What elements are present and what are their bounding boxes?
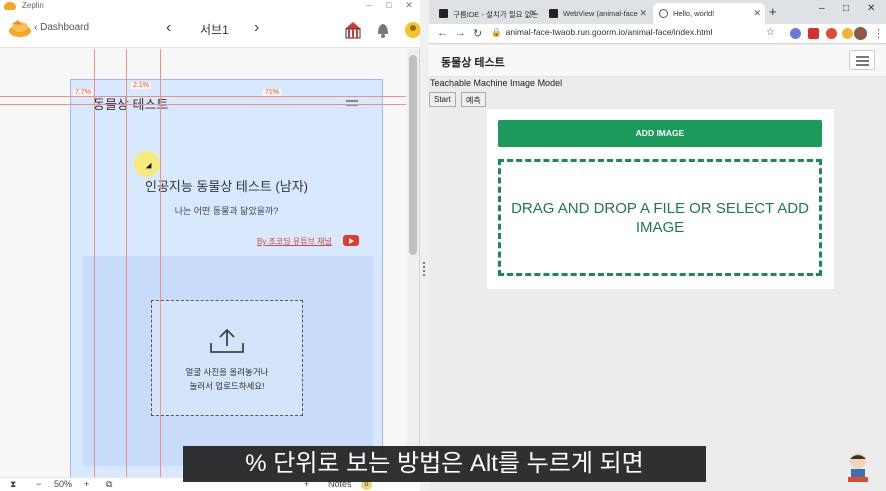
url-text: animal-face-twaob.run.goorm.io/animal-fa… bbox=[505, 27, 713, 37]
scrollbar-thumb[interactable] bbox=[409, 55, 417, 255]
upload-line-1: 얼굴 사진을 올려놓거나 bbox=[185, 367, 269, 377]
guide-line bbox=[94, 49, 95, 477]
maximize-icon[interactable]: □ bbox=[843, 3, 849, 14]
start-button[interactable]: Start bbox=[429, 92, 456, 107]
external-link-icon[interactable]: ⧉ bbox=[106, 479, 112, 490]
bookmark-star-icon[interactable]: ☆ bbox=[766, 27, 775, 38]
add-image-button[interactable]: ADD IMAGE bbox=[498, 120, 822, 147]
close-icon[interactable]: ✕ bbox=[402, 0, 416, 11]
zeplin-logo-icon bbox=[4, 2, 16, 10]
canvas-scrollbar[interactable] bbox=[407, 49, 419, 477]
zoom-level: 50% bbox=[54, 479, 73, 489]
screen: Zeplin – □ ✕ ‹ Dashboard ‹ 서브1 › 동물상 테스트… bbox=[0, 0, 886, 491]
new-tab-button[interactable]: + bbox=[769, 4, 777, 19]
artboard-heading: 인공지능 동물상 테스트 (남자) bbox=[144, 179, 308, 194]
navbar-toggler-button[interactable] bbox=[849, 50, 875, 70]
terminal-favicon-icon bbox=[439, 9, 448, 18]
minimize-icon[interactable]: – bbox=[819, 3, 825, 14]
upload-instructions: 얼굴 사진을 올려놓거나 눌러서 업로드하세요! bbox=[152, 365, 302, 393]
extension-icon[interactable] bbox=[842, 28, 853, 39]
zeplin-window-title: Zeplin bbox=[22, 1, 44, 10]
tab-hello-world[interactable]: Hello, world! ✕ bbox=[653, 3, 765, 24]
close-tab-icon[interactable]: ✕ bbox=[639, 8, 647, 19]
window-splitter[interactable] bbox=[420, 0, 429, 491]
globe-favicon-icon bbox=[659, 9, 668, 18]
image-dropzone[interactable]: DRAG AND DROP A FILE OR SELECT ADD IMAGE bbox=[498, 159, 822, 276]
zeplin-logo-icon[interactable] bbox=[8, 18, 32, 38]
back-label: Dashboard bbox=[40, 22, 90, 33]
close-tab-icon[interactable]: ✕ bbox=[529, 8, 537, 19]
back-icon[interactable]: ← bbox=[437, 27, 448, 39]
tab-strip: 구름IDE - 설치가 필요 없는 ✕ WebView (animal-face… bbox=[429, 0, 886, 24]
chrome-menu-icon[interactable]: ⋮ bbox=[873, 27, 884, 40]
measurement-label: 2.1% bbox=[131, 82, 151, 89]
close-icon[interactable]: ✕ bbox=[867, 3, 875, 14]
extension-icon[interactable] bbox=[808, 28, 819, 39]
tab-goorm-ide[interactable]: 구름IDE - 설치가 필요 없는 ✕ bbox=[433, 3, 541, 24]
extension-icon[interactable] bbox=[790, 28, 801, 39]
chrome-window: 구름IDE - 설치가 필요 없는 ✕ WebView (animal-face… bbox=[429, 0, 886, 491]
notification-bell-icon[interactable] bbox=[372, 19, 394, 41]
zeplin-canvas: 동물상 테스트 인공지능 동물상 테스트 (남자) 나는 어떤 동물과 닮았을까… bbox=[0, 49, 406, 477]
upload-card: ADD IMAGE DRAG AND DROP A FILE OR SELECT… bbox=[487, 109, 834, 289]
forward-icon[interactable]: → bbox=[455, 27, 466, 39]
zoom-in-button[interactable]: + bbox=[84, 479, 89, 489]
reload-icon[interactable]: ↻ bbox=[473, 27, 482, 40]
profile-avatar-icon[interactable] bbox=[854, 27, 867, 40]
cursor-highlight bbox=[134, 151, 160, 177]
artboard-subheading: 나는 어떤 동물과 닮았을까? bbox=[174, 206, 279, 216]
tm-model-title: Teachable Machine Image Model bbox=[430, 78, 563, 88]
guide-line bbox=[126, 49, 127, 477]
url-field[interactable]: 🔒 animal-face-twaob.run.goorm.io/animal-f… bbox=[491, 27, 713, 38]
tab-label: 구름IDE - 설치가 필요 없는 bbox=[453, 10, 539, 19]
hourglass-icon[interactable]: ⧗ bbox=[10, 479, 16, 490]
measurement-label: 7.7% bbox=[73, 89, 93, 96]
video-subtitle: % 단위로 보는 방법은 Alt를 누르게 되면 bbox=[183, 446, 706, 482]
zoom-out-button[interactable]: − bbox=[36, 479, 41, 489]
zeplin-titlebar: Zeplin – □ ✕ bbox=[0, 0, 420, 12]
site-navbar: 동물상 테스트 bbox=[429, 45, 886, 77]
tab-label: WebView (animal-face bbox=[563, 9, 638, 18]
measurement-label: 71% bbox=[263, 89, 282, 96]
address-bar: ← → ↻ 🔒 animal-face-twaob.run.goorm.io/an… bbox=[429, 24, 886, 44]
guide-line bbox=[0, 104, 406, 105]
circus-tent-icon[interactable] bbox=[342, 19, 364, 41]
web-page: 동물상 테스트 Teachable Machine Image Model St… bbox=[429, 45, 886, 491]
zeplin-window: Zeplin – □ ✕ ‹ Dashboard ‹ 서브1 › 동물상 테스트… bbox=[0, 0, 421, 491]
guide-line bbox=[160, 49, 161, 477]
close-tab-icon[interactable]: ✕ bbox=[753, 8, 761, 19]
zeplin-toolbar: ‹ Dashboard ‹ 서브1 › bbox=[0, 12, 421, 48]
lock-icon: 🔒 bbox=[491, 27, 502, 37]
youtube-icon bbox=[343, 235, 359, 246]
youtube-channel-link[interactable]: By 조코딩 유튜브 채널 bbox=[257, 236, 332, 247]
next-screen-icon[interactable]: › bbox=[254, 19, 259, 37]
upload-icon bbox=[210, 328, 244, 353]
site-brand[interactable]: 동물상 테스트 bbox=[441, 54, 505, 70]
prev-screen-icon[interactable]: ‹ bbox=[166, 19, 171, 37]
minimize-icon[interactable]: – bbox=[362, 0, 376, 10]
drag-handle-icon[interactable] bbox=[423, 262, 426, 276]
maximize-icon[interactable]: □ bbox=[382, 0, 396, 10]
guide-line bbox=[0, 96, 406, 97]
channel-mascot-icon bbox=[848, 453, 868, 482]
screen-title: 서브1 bbox=[200, 23, 229, 37]
artboard-mobile[interactable]: 동물상 테스트 인공지능 동물상 테스트 (남자) 나는 어떤 동물과 닮았을까… bbox=[70, 79, 383, 477]
upload-line-2: 눌러서 업로드하세요! bbox=[189, 381, 265, 391]
back-to-dashboard-link[interactable]: ‹ Dashboard bbox=[34, 22, 89, 33]
extension-icon[interactable] bbox=[826, 28, 837, 39]
upload-dropzone[interactable]: 얼굴 사진을 올려놓거나 눌러서 업로드하세요! bbox=[151, 300, 303, 416]
predict-button[interactable]: 예측 bbox=[461, 92, 486, 107]
dropzone-text: DRAG AND DROP A FILE OR SELECT ADD IMAGE bbox=[511, 200, 809, 236]
tab-label: Hello, world! bbox=[673, 9, 715, 18]
tab-webview[interactable]: WebView (animal-face ✕ bbox=[543, 3, 651, 24]
terminal-favicon-icon bbox=[549, 9, 558, 18]
